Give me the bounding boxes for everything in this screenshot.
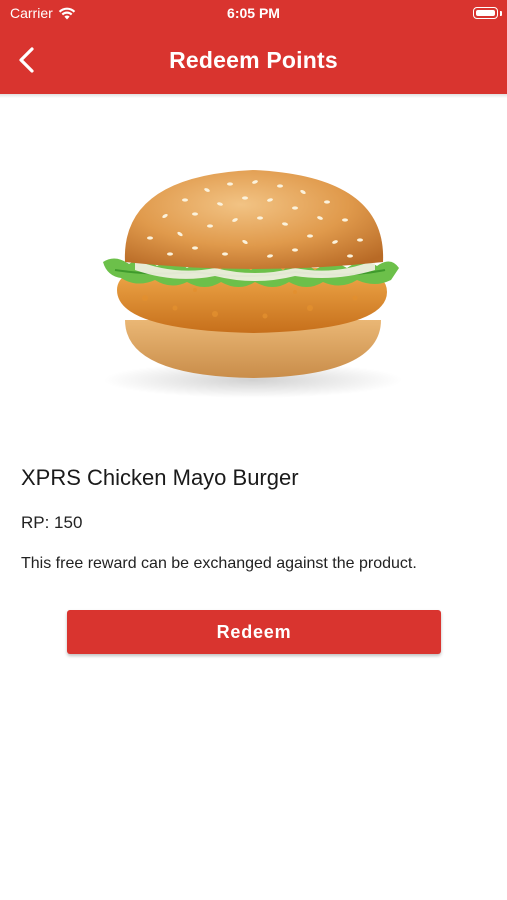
status-bar: Carrier 6:05 PM xyxy=(0,0,507,28)
battery-tip xyxy=(500,11,502,16)
page-title: Redeem Points xyxy=(169,47,338,73)
product-description: This free reward can be exchanged agains… xyxy=(21,555,417,572)
header-shadow xyxy=(0,94,507,98)
redeem-button[interactable]: Redeem xyxy=(67,610,441,654)
battery-icon xyxy=(473,7,498,19)
battery-level xyxy=(476,10,495,16)
burger-image xyxy=(103,170,403,398)
product-points: RP: 150 xyxy=(21,513,83,532)
product-name: XPRS Chicken Mayo Burger xyxy=(21,465,299,490)
app-header: Carrier 6:05 PM Redeem Points xyxy=(0,0,507,94)
status-time: 6:05 PM xyxy=(227,5,280,21)
